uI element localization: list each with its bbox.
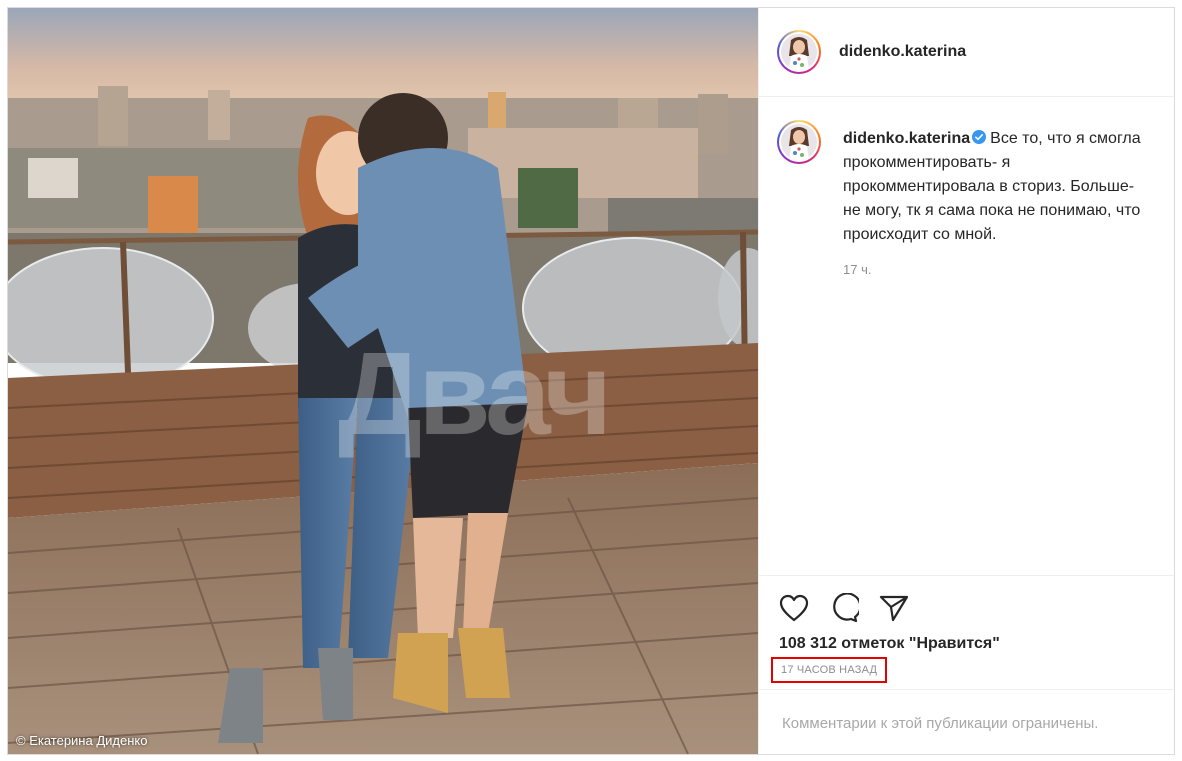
caption-text: didenko.katerina Все то, что я смогла про… bbox=[843, 120, 1143, 247]
likes-count[interactable]: 108 312 отметок "Нравится" bbox=[779, 635, 1000, 653]
avatar[interactable] bbox=[777, 30, 821, 74]
instagram-post: Двач © Екатерина Диденко didenko.katerin… bbox=[7, 7, 1175, 755]
like-button[interactable] bbox=[777, 591, 811, 625]
caption-time[interactable]: 17 ч. bbox=[843, 262, 1157, 277]
avatar-image bbox=[781, 34, 817, 70]
caption-username[interactable]: didenko.katerina bbox=[843, 130, 970, 147]
comment-button[interactable] bbox=[827, 591, 861, 625]
avatar-image bbox=[781, 124, 817, 160]
post-header: didenko.katerina bbox=[759, 8, 1174, 97]
photo-credit: © Екатерина Диденко bbox=[16, 733, 148, 748]
share-button[interactable] bbox=[877, 591, 911, 625]
caption-avatar[interactable] bbox=[777, 120, 821, 164]
post-timestamp[interactable]: 17 ЧАСОВ НАЗАД bbox=[771, 657, 888, 683]
post-photo[interactable]: Двач © Екатерина Диденко bbox=[8, 8, 758, 754]
post-sidebar: didenko.katerina didenko.katerina Все то,… bbox=[758, 8, 1174, 754]
watermark-text: Двач bbox=[338, 328, 612, 460]
divider bbox=[759, 575, 1174, 576]
action-bar bbox=[777, 591, 911, 625]
divider bbox=[759, 689, 1174, 690]
heart-icon bbox=[779, 594, 809, 622]
caption-block: didenko.katerina Все то, что я смогла про… bbox=[777, 120, 1157, 277]
header-username[interactable]: didenko.katerina bbox=[839, 43, 966, 61]
verified-badge-icon bbox=[972, 130, 987, 144]
share-icon bbox=[879, 595, 909, 622]
comments-disabled-notice: Комментарии к этой публикации ограничены… bbox=[782, 715, 1099, 732]
comment-icon bbox=[833, 593, 859, 623]
